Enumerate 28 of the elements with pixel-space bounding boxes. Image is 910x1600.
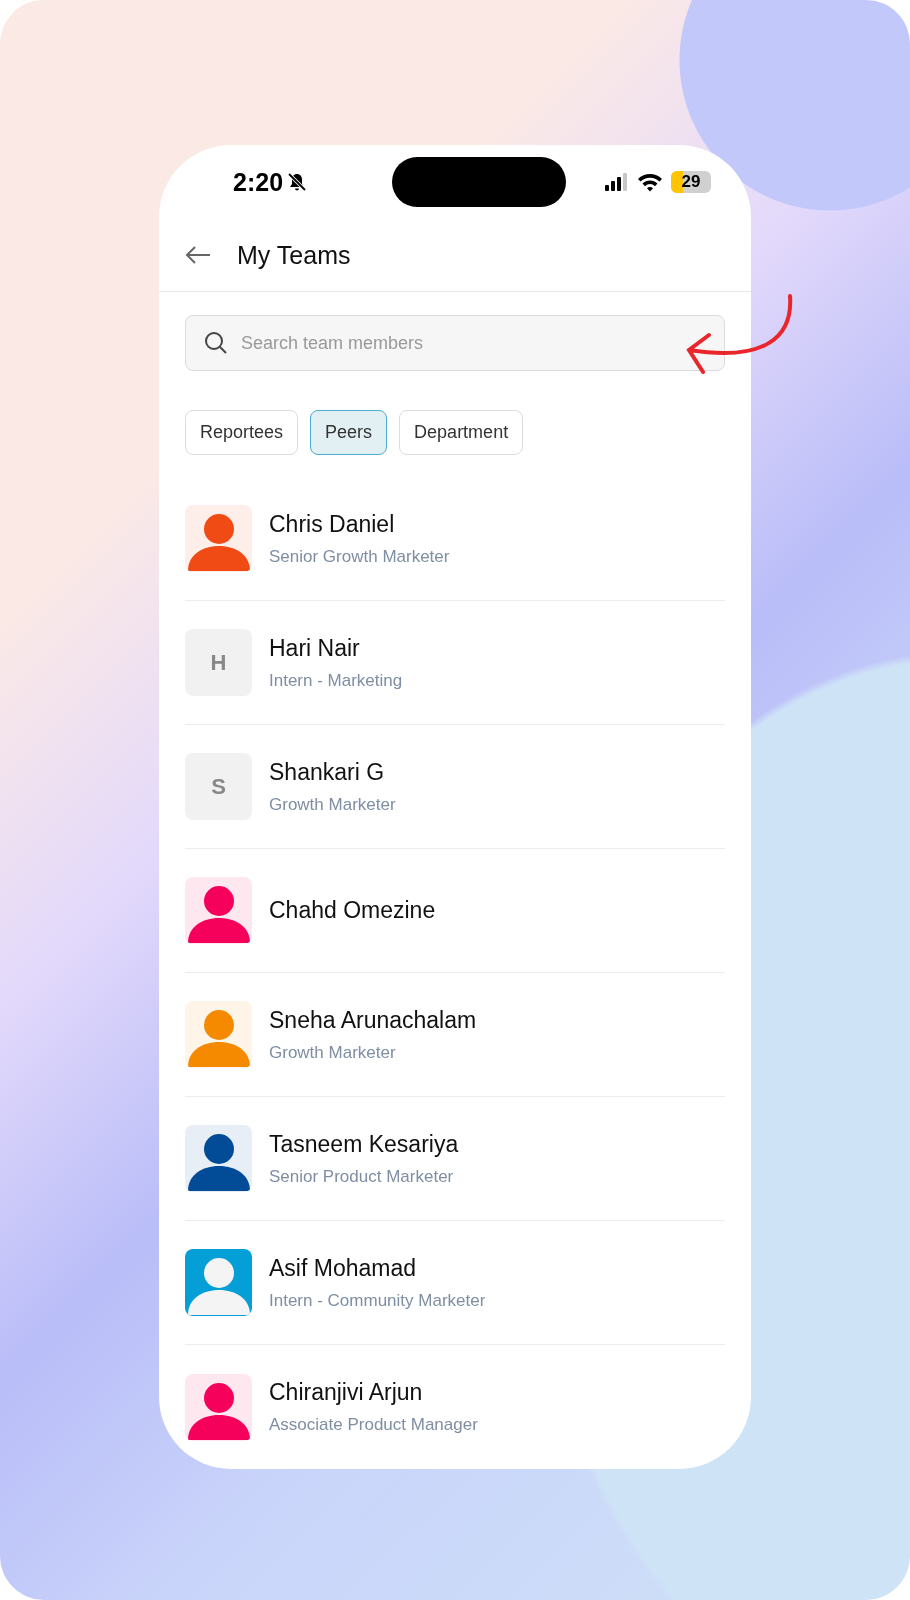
member-role: Intern - Marketing <box>269 670 403 691</box>
avatar: S <box>185 753 252 820</box>
signal-icon <box>605 173 629 192</box>
back-arrow-icon <box>185 245 211 266</box>
member-role: Senior Growth Marketer <box>269 546 450 567</box>
member-role: Senior Product Marketer <box>269 1166 455 1187</box>
filter-chip[interactable]: Reportees <box>185 410 299 455</box>
member-name: Chiranjivi Arjun <box>269 1379 424 1406</box>
filter-chip[interactable]: Peers <box>310 410 388 455</box>
search-field[interactable]: Search team members <box>185 315 725 371</box>
member-role: Associate Product Manager <box>269 1415 478 1435</box>
member-name: Sneha Arunachalam <box>269 1006 477 1034</box>
member-role: Growth Marketer <box>269 1042 397 1063</box>
member-name: Chahd Omezine <box>269 897 436 924</box>
member-name: Chris Daniel <box>269 510 396 538</box>
page-title: My Teams <box>237 240 351 270</box>
member-role: Intern - Community Marketer <box>269 1290 486 1311</box>
filter-chip[interactable]: Department <box>399 410 524 455</box>
wifi-icon <box>637 172 663 193</box>
avatar: H <box>185 629 252 696</box>
back-button[interactable] <box>185 245 211 266</box>
member-name: Hari Nair <box>269 634 361 662</box>
search-icon <box>204 331 228 355</box>
member-name: Tasneem Kesariya <box>269 1130 459 1158</box>
member-role: Growth Marketer <box>269 794 396 815</box>
member-name: Shankari G <box>269 758 386 786</box>
member-name: Asif Mohamad <box>269 1254 417 1282</box>
status-time: 2:20 <box>233 167 284 197</box>
